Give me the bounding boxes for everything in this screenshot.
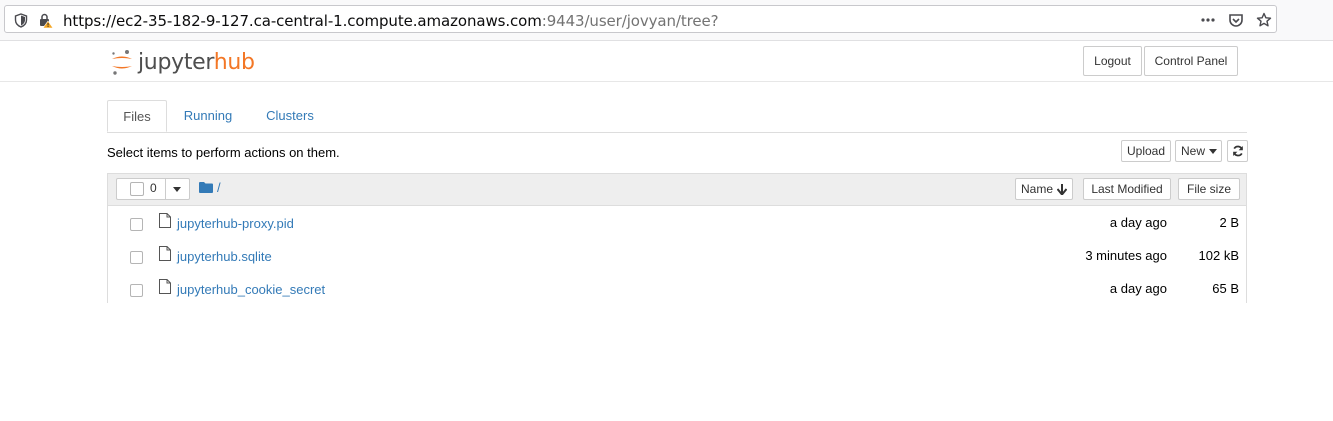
- file-row[interactable]: jupyterhub-proxy.pid a day ago 2 B: [108, 206, 1246, 240]
- file-icon: [159, 213, 171, 228]
- jupyterhub-logo[interactable]: jupyterhub: [110, 47, 255, 77]
- file-size: 65 B: [1212, 281, 1239, 296]
- file-icon: [159, 279, 171, 294]
- upload-button[interactable]: Upload: [1121, 140, 1171, 162]
- logout-button[interactable]: Logout: [1083, 46, 1142, 76]
- new-label: New: [1181, 144, 1206, 158]
- logo-jupyter-text: jupyter: [138, 49, 214, 75]
- tab-running[interactable]: Running: [175, 100, 241, 131]
- sort-name-label: Name: [1020, 182, 1053, 196]
- selection-hint: Select items to perform actions on them.: [107, 145, 340, 160]
- control-panel-button[interactable]: Control Panel: [1144, 46, 1238, 76]
- refresh-icon: [1232, 145, 1243, 157]
- url-path: :9443/user/jovyan/tree?: [541, 12, 719, 30]
- lock-warning-icon[interactable]: [38, 12, 54, 28]
- refresh-button[interactable]: [1227, 140, 1248, 162]
- select-all-checkbox-area[interactable]: 0: [117, 179, 166, 199]
- folder-icon: [199, 182, 213, 193]
- caret-down-icon: [1209, 148, 1218, 154]
- file-modified: a day ago: [1109, 215, 1167, 230]
- select-all-checkbox[interactable]: [130, 182, 144, 196]
- url-host: https://ec2-35-182-9-127.ca-central-1.co…: [63, 12, 542, 30]
- file-name-link[interactable]: jupyterhub.sqlite: [177, 249, 272, 264]
- more-icon[interactable]: [1200, 12, 1216, 28]
- file-modified: 3 minutes ago: [1085, 248, 1167, 263]
- file-name-link[interactable]: jupyterhub-proxy.pid: [177, 216, 294, 231]
- breadcrumb-root[interactable]: /: [217, 180, 221, 195]
- file-size: 2 B: [1219, 215, 1239, 230]
- file-list: 0 / Name Last Modified File size jupyter…: [107, 173, 1247, 305]
- selection-dropdown-button[interactable]: [165, 179, 189, 199]
- jupyterhub-header: jupyterhub Logout Control Panel: [0, 41, 1333, 82]
- tab-clusters[interactable]: Clusters: [257, 100, 323, 131]
- arrow-down-icon: [1057, 183, 1067, 195]
- address-bar[interactable]: https://ec2-35-182-9-127.ca-central-1.co…: [4, 5, 1277, 33]
- file-modified: a day ago: [1109, 281, 1167, 296]
- sort-by-modified-button[interactable]: Last Modified: [1083, 178, 1171, 200]
- sort-by-name-button[interactable]: Name: [1015, 178, 1073, 200]
- select-all-group: 0: [116, 178, 190, 200]
- file-list-header: 0 / Name Last Modified File size: [108, 174, 1246, 206]
- new-dropdown-button[interactable]: New: [1175, 140, 1222, 162]
- browser-toolbar: https://ec2-35-182-9-127.ca-central-1.co…: [0, 0, 1333, 41]
- file-icon: [159, 246, 171, 261]
- jupyter-logo-icon: [112, 50, 132, 75]
- file-row[interactable]: jupyterhub_cookie_secret a day ago 65 B: [108, 272, 1246, 305]
- row-checkbox[interactable]: [130, 251, 143, 264]
- tab-bar: Files Running Clusters: [107, 100, 1247, 133]
- file-name-link[interactable]: jupyterhub_cookie_secret: [177, 282, 325, 297]
- row-checkbox[interactable]: [130, 284, 143, 297]
- file-row[interactable]: jupyterhub.sqlite 3 minutes ago 102 kB: [108, 239, 1246, 273]
- row-checkbox[interactable]: [130, 218, 143, 231]
- caret-down-icon: [173, 186, 181, 192]
- star-icon[interactable]: [1256, 12, 1272, 28]
- shield-icon[interactable]: [13, 12, 29, 28]
- pocket-icon[interactable]: [1228, 12, 1244, 28]
- sort-by-size-button[interactable]: File size: [1178, 178, 1240, 200]
- logo-hub-text: hub: [213, 49, 255, 75]
- tab-files[interactable]: Files: [107, 100, 167, 132]
- file-size: 102 kB: [1198, 248, 1239, 263]
- selected-count: 0: [150, 181, 157, 195]
- url-text[interactable]: https://ec2-35-182-9-127.ca-central-1.co…: [63, 12, 719, 30]
- logo-text: jupyterhub: [138, 50, 255, 75]
